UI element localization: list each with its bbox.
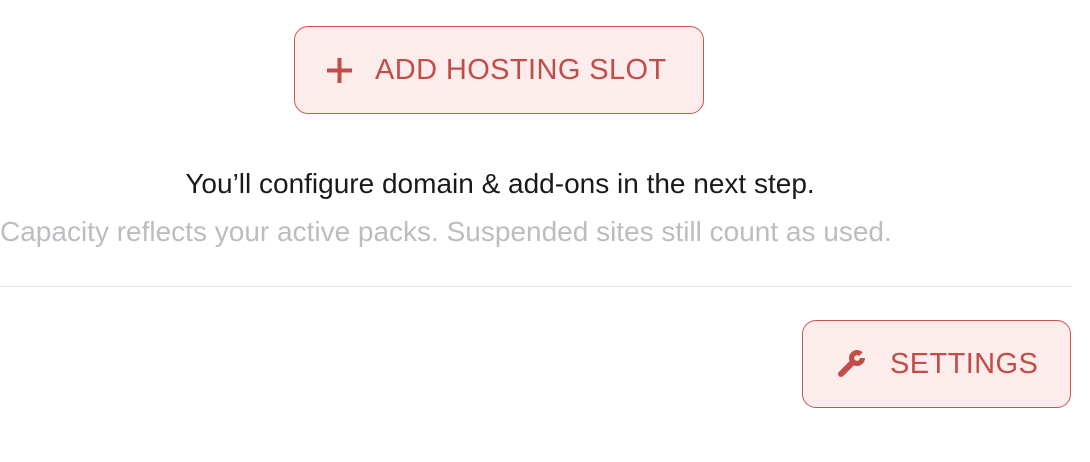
settings-label: SETTINGS (890, 347, 1039, 380)
settings-button[interactable]: SETTINGS (802, 320, 1071, 408)
section-divider (0, 286, 1072, 287)
configure-next-step-note: You’ll configure domain & add-ons in the… (185, 168, 815, 199)
add-hosting-slot-label: ADD HOSTING SLOT (375, 53, 667, 86)
wrench-icon (834, 347, 868, 381)
plus-icon (326, 57, 353, 84)
capacity-help-text: Capacity reflects your active packs. Sus… (0, 216, 892, 247)
add-hosting-slot-button[interactable]: ADD HOSTING SLOT (294, 26, 704, 114)
